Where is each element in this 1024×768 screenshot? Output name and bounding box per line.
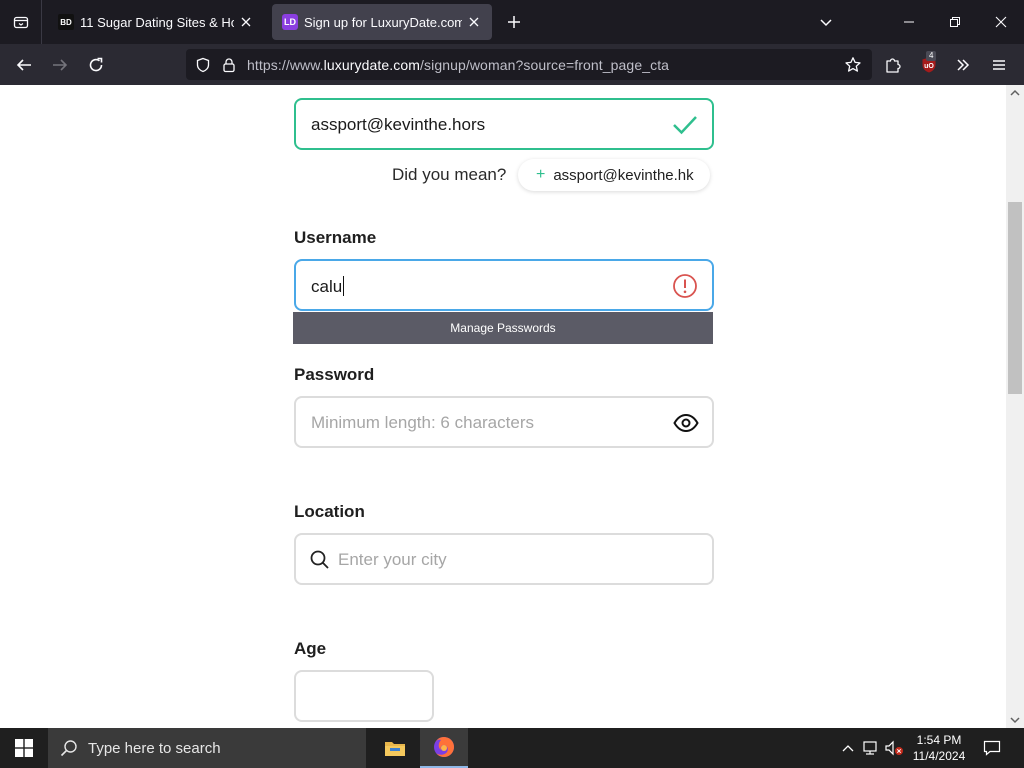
scroll-down-arrow[interactable] xyxy=(1006,712,1024,728)
taskbar-search-box[interactable]: Type here to search xyxy=(48,728,366,768)
tab-favicon: BD xyxy=(58,14,74,30)
username-label: Username xyxy=(294,228,377,247)
age-label: Age xyxy=(294,639,327,658)
plus-icon xyxy=(508,16,520,28)
shield-icon[interactable] xyxy=(194,56,212,74)
tab-list-icon xyxy=(13,16,28,29)
url-text[interactable]: https://www.luxurydate.com/signup/woman?… xyxy=(247,57,669,73)
close-tab-icon[interactable] xyxy=(462,10,486,34)
email-field[interactable]: assport@kevinthe.hors xyxy=(294,98,714,150)
close-tab-icon[interactable] xyxy=(234,10,258,34)
close-window-button[interactable] xyxy=(978,0,1024,44)
close-icon xyxy=(995,16,1007,28)
all-tabs-button[interactable] xyxy=(0,0,42,44)
restore-button[interactable] xyxy=(932,0,978,44)
password-placeholder: Minimum length: 6 characters xyxy=(311,413,534,432)
page-content: assport@kevinthe.hors Did you mean? + as… xyxy=(0,85,1024,728)
network-icon[interactable] xyxy=(861,738,881,758)
location-placeholder: Enter your city xyxy=(338,550,447,569)
arrow-right-icon xyxy=(53,59,68,71)
tab-sugar-dating-sites[interactable]: BD 11 Sugar Dating Sites & How to xyxy=(48,4,264,40)
tab-favicon: LD xyxy=(282,14,298,30)
chevron-up-icon xyxy=(842,745,854,752)
folder-icon xyxy=(385,742,405,756)
url-bar[interactable]: https://www.luxurydate.com/signup/woman?… xyxy=(186,49,872,80)
file-explorer-button[interactable] xyxy=(371,728,419,768)
firefox-icon xyxy=(434,737,454,757)
windows-logo-icon xyxy=(15,739,33,757)
bookmark-star-icon[interactable] xyxy=(844,56,862,74)
start-button[interactable] xyxy=(0,728,48,768)
scroll-thumb[interactable] xyxy=(1008,202,1022,394)
system-clock[interactable]: 1:54 PM 11/4/2024 xyxy=(908,732,970,764)
manage-passwords-button[interactable]: Manage Passwords xyxy=(293,312,713,344)
email-suggestion-button[interactable]: + assport@kevinthe.hk xyxy=(518,159,710,191)
chevron-down-icon xyxy=(1010,717,1020,724)
notification-center-button[interactable] xyxy=(980,736,1004,760)
puzzle-icon xyxy=(886,58,901,73)
clock-date: 11/4/2024 xyxy=(912,749,966,763)
scroll-up-arrow[interactable] xyxy=(1006,85,1024,101)
plus-icon: + xyxy=(536,166,546,183)
app-menu-button[interactable] xyxy=(984,50,1014,80)
tab-title: Sign up for LuxuryDate.com xyxy=(304,14,462,30)
list-all-tabs-button[interactable] xyxy=(814,10,838,34)
eye-icon[interactable] xyxy=(673,412,699,434)
password-input[interactable]: Minimum length: 6 characters xyxy=(294,396,714,448)
volume-muted-icon[interactable] xyxy=(884,738,904,758)
minimize-icon xyxy=(904,21,914,23)
hamburger-menu-icon xyxy=(993,60,1005,70)
navigation-toolbar: https://www.luxurydate.com/signup/woman?… xyxy=(0,44,1024,85)
extensions-button[interactable] xyxy=(878,50,908,80)
username-value: calu xyxy=(311,276,345,296)
age-input[interactable] xyxy=(294,670,434,722)
forward-button[interactable] xyxy=(45,50,75,80)
windows-taskbar: Type here to search 1:54 PM 11/4/2024 xyxy=(0,728,1024,768)
minimize-button[interactable] xyxy=(886,0,932,44)
page-scrollbar[interactable] xyxy=(1006,85,1024,728)
clock-time: 1:54 PM xyxy=(916,733,962,747)
email-value: assport@kevinthe.hors xyxy=(311,115,486,134)
arrow-left-icon xyxy=(16,59,31,71)
reload-button[interactable] xyxy=(81,50,111,80)
tab-luxurydate-signup[interactable]: LD Sign up for LuxuryDate.com xyxy=(272,4,492,40)
search-icon xyxy=(310,550,329,569)
chevron-up-icon xyxy=(1010,89,1020,96)
username-input[interactable]: calu xyxy=(294,259,714,311)
alert-circle-icon xyxy=(673,274,697,298)
tab-strip: BD 11 Sugar Dating Sites & How to LD Sig… xyxy=(0,0,1024,44)
chevron-down-icon xyxy=(820,19,832,27)
more-tools-button[interactable] xyxy=(948,50,978,80)
svg-text:uO: uO xyxy=(924,63,934,70)
firefox-taskbar-button[interactable] xyxy=(420,728,468,768)
text-caret xyxy=(343,276,345,296)
email-suggestion-text: assport@kevinthe.hk xyxy=(553,166,694,184)
location-input[interactable]: Enter your city xyxy=(294,533,714,585)
did-you-mean-label: Did you mean? xyxy=(392,165,507,184)
double-chevron-right-icon xyxy=(957,59,970,71)
location-label: Location xyxy=(294,502,365,521)
ublock-count-badge: 4 xyxy=(926,51,937,61)
new-tab-button[interactable] xyxy=(502,10,526,34)
notification-icon xyxy=(983,740,1001,756)
restore-icon xyxy=(950,17,960,27)
lock-icon[interactable] xyxy=(220,56,238,74)
search-icon xyxy=(60,740,77,757)
back-button[interactable] xyxy=(9,50,39,80)
show-hidden-icons-button[interactable] xyxy=(838,738,858,758)
check-icon xyxy=(673,116,697,135)
tab-title: 11 Sugar Dating Sites & How to xyxy=(80,14,234,30)
reload-icon xyxy=(89,57,103,72)
password-label: Password xyxy=(294,365,375,384)
search-placeholder: Type here to search xyxy=(88,739,221,757)
